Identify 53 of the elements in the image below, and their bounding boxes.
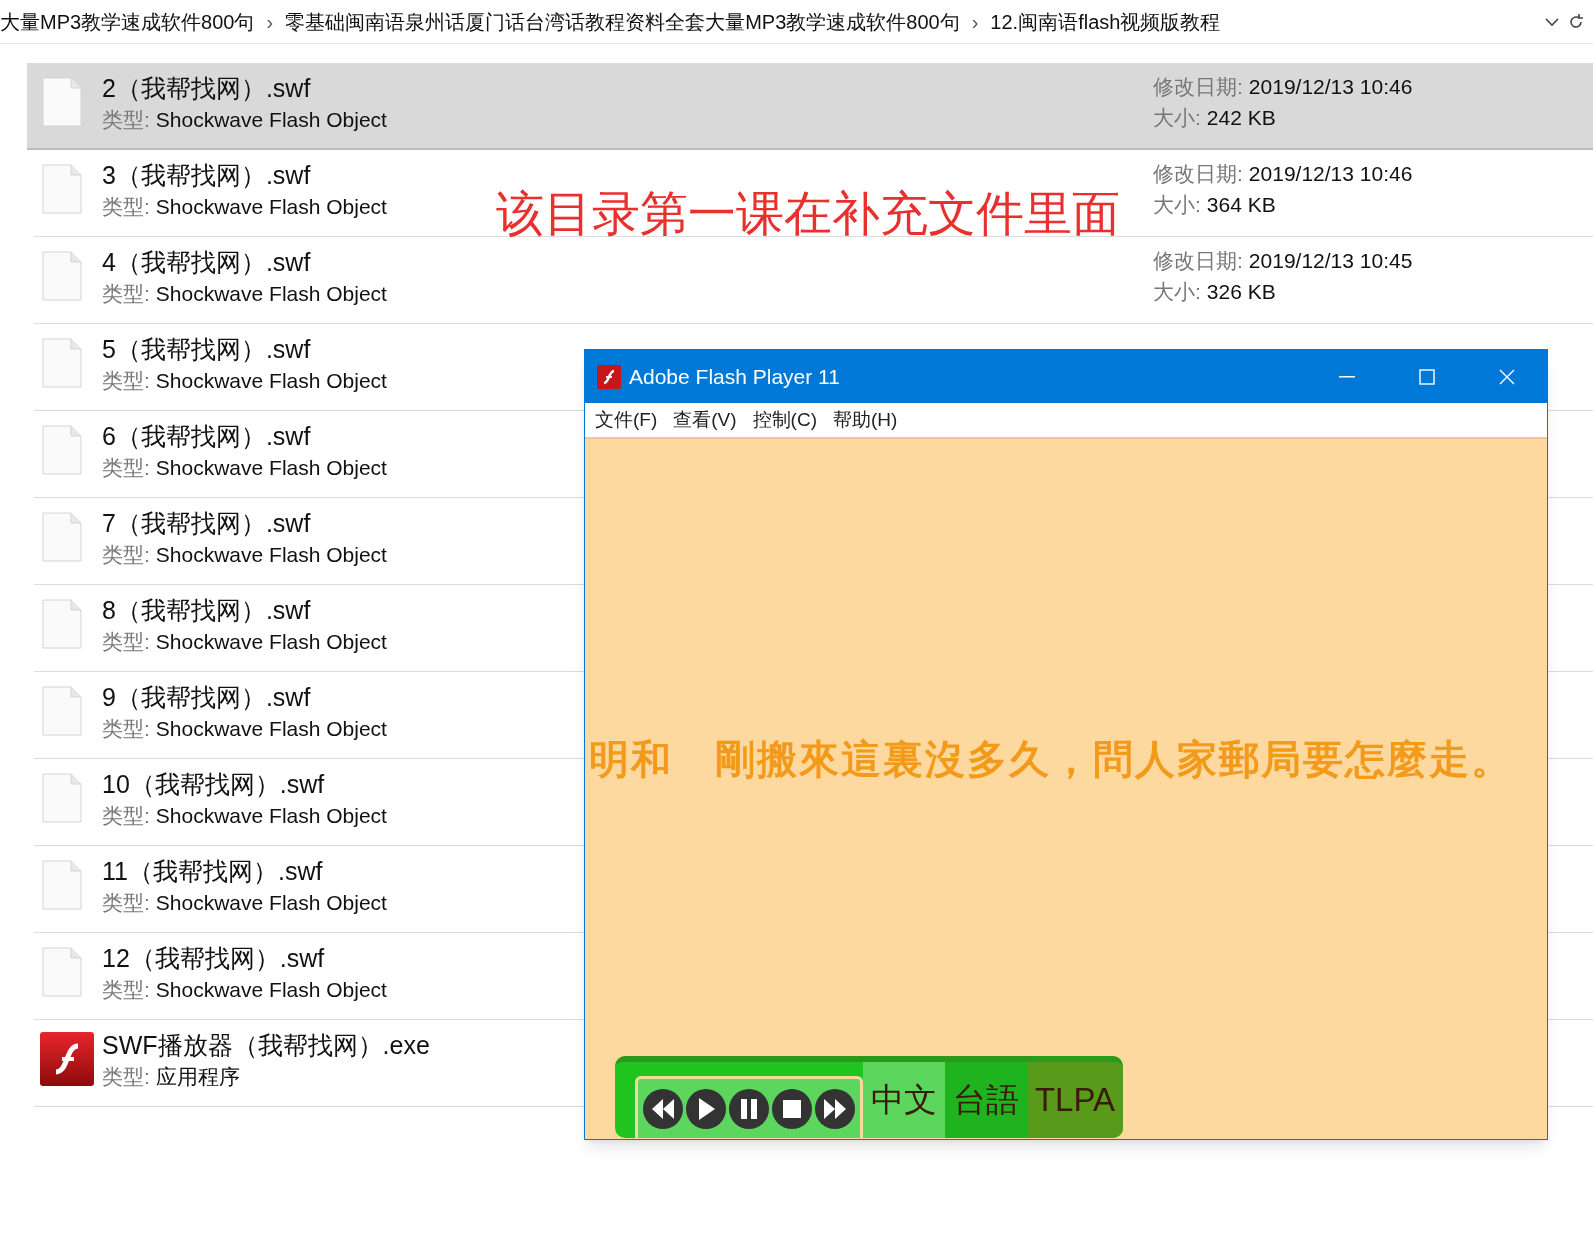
type-value: Shockwave Flash Object <box>155 977 387 1003</box>
date-label: 修改日期: <box>1153 248 1243 274</box>
file-name: 11（我帮找网）.swf <box>102 856 324 887</box>
file-name: 12（我帮找网）.swf <box>102 943 326 974</box>
type-value: Shockwave Flash Object <box>155 890 387 916</box>
type-label: 类型: <box>102 107 150 133</box>
type-value: Shockwave Flash Object <box>155 716 387 742</box>
file-name: 2（我帮找网）.swf <box>102 73 312 104</box>
size-label: 大小: <box>1153 192 1201 218</box>
breadcrumb-separator: › <box>266 9 274 35</box>
window-title: Adobe Flash Player 11 <box>629 363 840 390</box>
file-name: 3（我帮找网）.swf <box>102 160 312 191</box>
type-label: 类型: <box>102 977 150 1003</box>
type-label: 类型: <box>102 890 150 916</box>
size-label: 大小: <box>1153 279 1201 305</box>
file-name: 7（我帮找网）.swf <box>102 508 312 539</box>
type-label: 类型: <box>102 368 150 394</box>
type-value: 应用程序 <box>155 1064 240 1090</box>
file-name: 10（我帮找网）.swf <box>102 769 326 800</box>
file-name: 4（我帮找网）.swf <box>102 247 312 278</box>
date-label: 修改日期: <box>1153 74 1243 100</box>
file-name: SWF播放器（我帮找网）.exe <box>102 1030 430 1061</box>
size-value: 326 KB <box>1206 279 1276 305</box>
type-value: Shockwave Flash Object <box>155 542 387 568</box>
type-value: Shockwave Flash Object <box>155 281 387 307</box>
date-value: 2019/12/13 10:45 <box>1248 248 1413 274</box>
type-label: 类型: <box>102 1064 150 1090</box>
breadcrumb-separator: › <box>971 9 979 35</box>
file-name: 8（我帮找网）.swf <box>102 595 312 626</box>
type-value: Shockwave Flash Object <box>155 803 387 829</box>
file-name: 5（我帮找网）.swf <box>102 334 312 365</box>
type-label: 类型: <box>102 803 150 829</box>
size-value: 242 KB <box>1206 105 1276 131</box>
date-value: 2019/12/13 10:46 <box>1248 161 1413 187</box>
file-name: 6（我帮找网）.swf <box>102 421 312 452</box>
type-label: 类型: <box>102 281 150 307</box>
date-value: 2019/12/13 10:46 <box>1248 74 1413 100</box>
size-value: 364 KB <box>1206 192 1276 218</box>
subtitle-text: 明和 剛搬來這裏沒多久，問人家郵局要怎麼走。 <box>589 735 1513 784</box>
file-name: 9（我帮找网）.swf <box>102 682 312 713</box>
type-value: Shockwave Flash Object <box>155 629 387 655</box>
type-value: Shockwave Flash Object <box>155 194 387 220</box>
type-label: 类型: <box>102 455 150 481</box>
type-label: 类型: <box>102 716 150 742</box>
type-label: 类型: <box>102 542 150 568</box>
annotation-text: 该目录第一课在补充文件里面 <box>496 190 1120 238</box>
date-label: 修改日期: <box>1153 161 1243 187</box>
type-label: 类型: <box>102 194 150 220</box>
type-value: Shockwave Flash Object <box>155 368 387 394</box>
type-label: 类型: <box>102 629 150 655</box>
type-value: Shockwave Flash Object <box>155 107 387 133</box>
type-value: Shockwave Flash Object <box>155 455 387 481</box>
size-label: 大小: <box>1153 105 1201 131</box>
